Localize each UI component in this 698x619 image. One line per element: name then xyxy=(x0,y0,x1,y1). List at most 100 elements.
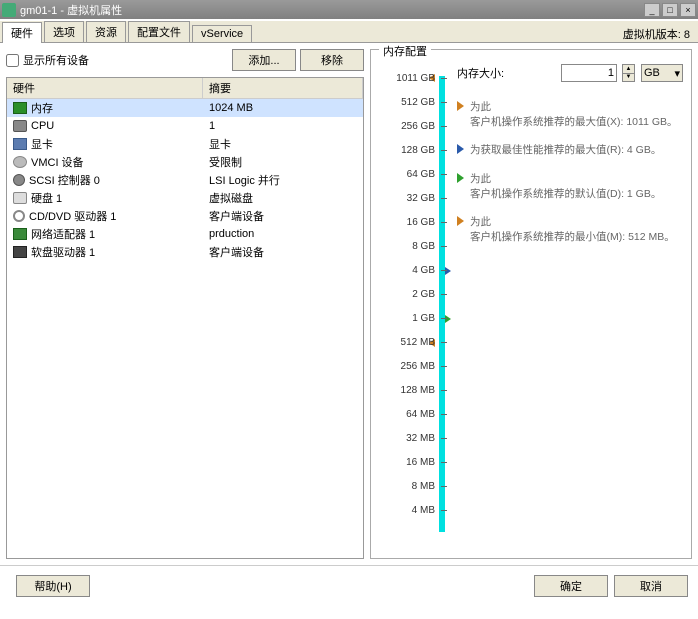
memory-note: 为此客户机操作系统推荐的最大值(X): 1011 GB。 xyxy=(457,100,683,129)
hw-summary: 客户端设备 xyxy=(203,244,363,260)
hardware-panel: 显示所有设备 添加... 移除 硬件 摘要 内存 1024 MB CPU 1 显卡 显卡V… xyxy=(6,49,364,559)
scale-tick: 128 MB xyxy=(379,378,441,402)
memory-size-spinner[interactable]: ▲ ▼ xyxy=(622,64,635,82)
show-all-devices-input[interactable] xyxy=(6,54,19,67)
hw-summary: 显卡 xyxy=(203,136,363,152)
chevron-down-icon: ▾ xyxy=(674,67,680,80)
spinner-up[interactable]: ▲ xyxy=(623,65,634,74)
scale-tick: 256 GB xyxy=(379,114,441,138)
ok-button[interactable]: 确定 xyxy=(534,575,608,597)
hw-name: 内存 xyxy=(31,100,53,116)
cd-icon xyxy=(13,210,25,222)
table-row[interactable]: 内存 1024 MB xyxy=(7,99,363,117)
table-row[interactable]: 显卡 显卡 xyxy=(7,135,363,153)
tab-vservice[interactable]: vService xyxy=(192,25,252,42)
scale-tick: 16 GB xyxy=(379,210,441,234)
close-button[interactable]: × xyxy=(680,3,696,17)
tab-profile[interactable]: 配置文件 xyxy=(128,21,190,42)
memory-unit-select[interactable]: GB ▾ xyxy=(641,64,683,82)
scsi-icon xyxy=(13,174,25,186)
tab-hardware[interactable]: 硬件 xyxy=(2,22,42,43)
hw-summary: 1024 MB xyxy=(203,102,363,114)
nic-icon xyxy=(13,228,27,240)
memory-note: 为此客户机操作系统推荐的默认值(D): 1 GB。 xyxy=(457,172,683,201)
memory-note: 为获取最佳性能推荐的最大值(R): 4 GB。 xyxy=(457,143,683,158)
scale-tick: 4 GB xyxy=(379,258,441,282)
show-all-devices-label: 显示所有设备 xyxy=(23,52,89,68)
tab-resources[interactable]: 资源 xyxy=(86,21,126,42)
scale-tick: 1011 GB xyxy=(379,66,441,90)
tab-options[interactable]: 选项 xyxy=(44,21,84,42)
help-button[interactable]: 帮助(H) xyxy=(16,575,90,597)
vm-version-label: 虚拟机版本: 8 xyxy=(623,26,696,42)
spinner-down[interactable]: ▼ xyxy=(623,74,634,82)
titlebar: gm01-1 - 虚拟机属性 _ □ × xyxy=(0,0,698,19)
minimize-button[interactable]: _ xyxy=(644,3,660,17)
header-summary[interactable]: 摘要 xyxy=(203,78,363,98)
floppy-icon xyxy=(13,246,27,258)
scale-tick: 8 GB xyxy=(379,234,441,258)
memory-config-legend: 内存配置 xyxy=(379,43,431,59)
hardware-table: 硬件 摘要 内存 1024 MB CPU 1 显卡 显卡VMCI 设备受限制SCSI 控制… xyxy=(6,77,364,559)
scale-tick: 128 GB xyxy=(379,138,441,162)
scale-tick: 1 GB xyxy=(379,306,441,330)
hw-name: CD/DVD 驱动器 1 xyxy=(29,208,116,224)
scale-tick: 64 GB xyxy=(379,162,441,186)
show-all-devices-checkbox[interactable]: 显示所有设备 xyxy=(6,52,89,68)
table-row[interactable]: 软盘驱动器 1 客户端设备 xyxy=(7,243,363,261)
mem-icon xyxy=(13,102,27,114)
remove-button[interactable]: 移除 xyxy=(300,49,364,71)
vmci-icon xyxy=(13,156,27,168)
scale-tick: 512 GB xyxy=(379,90,441,114)
hw-name: 软盘驱动器 1 xyxy=(31,244,95,260)
scale-tick: 8 MB xyxy=(379,474,441,498)
scale-tick: 512 MB xyxy=(379,330,441,354)
hw-name: SCSI 控制器 0 xyxy=(29,172,100,188)
maximize-button[interactable]: □ xyxy=(662,3,678,17)
hw-summary: 1 xyxy=(203,120,363,132)
hw-name: 网络适配器 1 xyxy=(31,226,95,242)
header-hardware[interactable]: 硬件 xyxy=(7,78,203,98)
dialog-footer: 帮助(H) 确定 取消 xyxy=(0,565,698,605)
memory-scale: 1011 GB512 GB256 GB128 GB64 GB32 GB16 GB… xyxy=(379,60,441,550)
hw-summary: 虚拟磁盘 xyxy=(203,190,363,206)
memory-unit-value: GB xyxy=(644,67,660,79)
video-icon xyxy=(13,138,27,150)
table-row[interactable]: VMCI 设备受限制 xyxy=(7,153,363,171)
scale-tick: 256 MB xyxy=(379,354,441,378)
app-icon xyxy=(2,3,16,17)
scale-tick: 16 MB xyxy=(379,450,441,474)
table-row[interactable]: CD/DVD 驱动器 1 客户端设备 xyxy=(7,207,363,225)
cpu-icon xyxy=(13,120,27,132)
memory-size-row: 内存大小: ▲ ▼ GB ▾ xyxy=(457,64,683,82)
hw-name: 显卡 xyxy=(31,136,53,152)
table-row[interactable]: 硬盘 1 虚拟磁盘 xyxy=(7,189,363,207)
window-title: gm01-1 - 虚拟机属性 xyxy=(20,2,642,18)
tab-bar: 硬件 选项 资源 配置文件 vService 虚拟机版本: 8 xyxy=(0,21,698,43)
hw-summary: 受限制 xyxy=(203,154,363,170)
memory-note: 为此客户机操作系统推荐的最小值(M): 512 MB。 xyxy=(457,215,683,244)
table-row[interactable]: 网络适配器 1 prduction xyxy=(7,225,363,243)
cancel-button[interactable]: 取消 xyxy=(614,575,688,597)
marker-blue-icon xyxy=(457,144,464,154)
scale-tick: 2 GB xyxy=(379,282,441,306)
scale-tick: 32 GB xyxy=(379,186,441,210)
table-row[interactable]: SCSI 控制器 0 LSI Logic 并行 xyxy=(7,171,363,189)
marker-orange-icon xyxy=(457,216,464,226)
marker-orange-icon xyxy=(457,101,464,111)
memory-size-label: 内存大小: xyxy=(457,65,504,81)
add-button[interactable]: 添加... xyxy=(232,49,296,71)
scale-tick: 32 MB xyxy=(379,426,441,450)
hw-name: CPU xyxy=(31,120,54,132)
hardware-table-header: 硬件 摘要 xyxy=(7,78,363,99)
marker-green-icon xyxy=(457,173,464,183)
scale-tick: 4 MB xyxy=(379,498,441,522)
scale-tick: 64 MB xyxy=(379,402,441,426)
memory-size-input[interactable] xyxy=(561,64,617,82)
hw-summary: prduction xyxy=(203,228,363,240)
hw-name: 硬盘 1 xyxy=(31,190,62,206)
hw-summary: LSI Logic 并行 xyxy=(203,172,363,188)
table-row[interactable]: CPU 1 xyxy=(7,117,363,135)
hw-summary: 客户端设备 xyxy=(203,208,363,224)
memory-config-panel: 内存配置 1011 GB512 GB256 GB128 GB64 GB32 GB… xyxy=(370,49,692,559)
